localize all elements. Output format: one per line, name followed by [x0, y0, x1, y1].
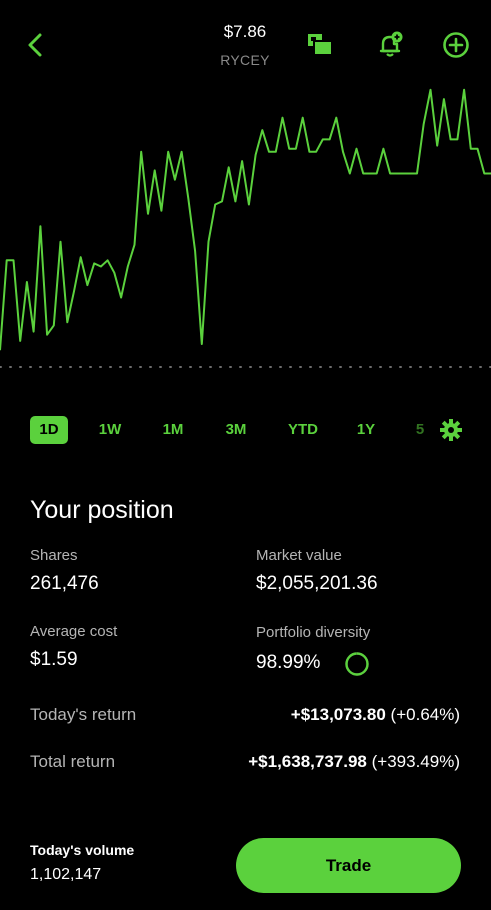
total-return-value: +$1,638,737.98 (+393.49%) — [248, 752, 460, 772]
market-value-value: $2,055,201.36 — [256, 573, 378, 594]
market-value-label: Market value — [256, 547, 342, 564]
range-tab-1y[interactable]: 1Y — [351, 416, 381, 444]
diversity-ring-icon[interactable] — [344, 651, 370, 677]
todays-volume-label: Today's volume — [30, 842, 135, 858]
todays-return-value: +$13,073.80 (+0.64%) — [291, 705, 460, 725]
todays-return-label: Today's return — [30, 705, 137, 724]
average-cost-value: $1.59 — [30, 649, 78, 670]
todays-return-amount: +$13,073.80 — [290, 705, 386, 724]
todays-volume-value: 1,102,147 — [30, 866, 102, 883]
gear-icon[interactable] — [440, 419, 462, 441]
time-range-selector: 1D 1W 1M 3M YTD 1Y 5 — [0, 416, 491, 446]
total-return-amount: +$1,638,737.98 — [248, 752, 367, 771]
add-alert-icon[interactable] — [375, 30, 405, 60]
average-cost-label: Average cost — [30, 623, 118, 640]
range-tab-1d[interactable]: 1D — [30, 416, 68, 444]
range-tab-3m[interactable]: 3M — [218, 416, 254, 444]
stock-price: $7.86 — [223, 22, 267, 41]
price-line — [0, 88, 491, 351]
range-tab-ytd[interactable]: YTD — [283, 416, 323, 444]
total-return-label: Total return — [30, 752, 116, 771]
shares-value: 261,476 — [30, 573, 99, 594]
shares-label: Shares — [30, 547, 78, 564]
portfolio-diversity-value: 98.99% — [256, 652, 321, 673]
range-tab-5[interactable]: 5 — [410, 416, 430, 444]
range-tab-1m[interactable]: 1M — [155, 416, 191, 444]
compare-icon[interactable] — [305, 30, 335, 60]
add-to-list-icon[interactable] — [441, 30, 471, 60]
trade-button[interactable]: Trade — [236, 838, 461, 893]
total-return-percent: (+393.49%) — [371, 752, 460, 771]
price-chart[interactable] — [0, 60, 491, 390]
section-title: Your position — [30, 496, 174, 524]
back-chevron-icon[interactable] — [22, 30, 52, 60]
todays-return-percent: (+0.64%) — [390, 705, 460, 724]
portfolio-diversity-label[interactable]: Portfolio diversity — [256, 624, 370, 641]
range-tab-1w[interactable]: 1W — [92, 416, 128, 444]
